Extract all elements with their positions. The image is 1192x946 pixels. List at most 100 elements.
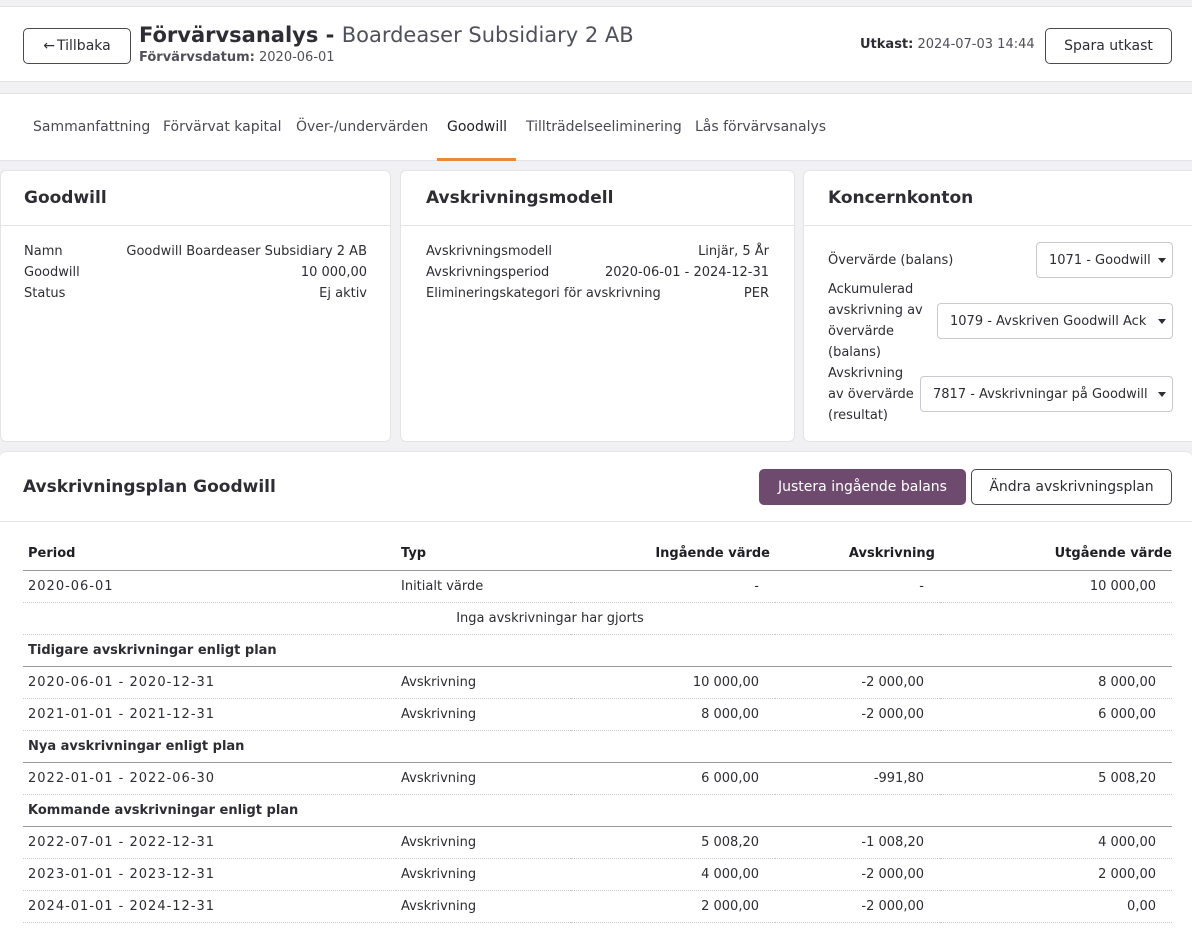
cell-closing: 0,00 — [940, 890, 1172, 923]
select-value: 7817 - Avskrivningar på Goodwill — [933, 386, 1148, 402]
cell-period: 2021-01-01 - 2021-12-31 — [23, 698, 396, 731]
cell-opening: 4 000,00 — [571, 858, 775, 891]
goodwill-status-value: Ej aktiv — [319, 286, 367, 301]
goodwill-name-value: Goodwill Boardeaser Subsidiary 2 AB — [126, 244, 367, 259]
tab-bar: Sammanfattning Förvärvat kapital Över-/u… — [0, 93, 1192, 161]
back-button[interactable]: ← Tillbaka — [23, 28, 131, 64]
goodwill-panel: Goodwill Namn Goodwill Boardeaser Subsid… — [0, 170, 391, 442]
depreciation-result-account-select[interactable]: 7817 - Avskrivningar på Goodwill — [920, 376, 1173, 412]
cell-depreciation: -2 000,00 — [775, 858, 940, 891]
period-label: Avskrivningsperiod — [426, 265, 550, 280]
cell-depreciation: -1 008,20 — [775, 826, 940, 859]
cell-type: Avskrivning — [396, 858, 571, 891]
depreciation-schedule-panel: Avskrivningsplan Goodwill Justera ingåen… — [0, 451, 1192, 946]
column-header-closing: Utgående värde — [940, 537, 1172, 571]
cell-type: Avskrivning — [396, 666, 571, 699]
label-line: Övervärde (balans) — [828, 253, 954, 268]
label-line: (balans) — [828, 345, 881, 360]
label-line: Avskrivning — [828, 366, 904, 381]
group-accounts-panel: Koncernkonton Övervärde (balans) 1071 - … — [803, 170, 1192, 442]
page-title-company: Boardeaser Subsidiary 2 AB — [341, 23, 634, 47]
cell-closing: 6 000,00 — [940, 698, 1172, 731]
group-heading: Nya avskrivningar enligt plan — [23, 730, 1172, 763]
active-tab-indicator — [437, 158, 516, 161]
cell-closing: 5 008,20 — [940, 762, 1172, 795]
tab-over-undervarden[interactable]: Över-/undervärden — [296, 119, 428, 135]
table-row: 2020-06-01 Initialt värde - -10 000,00 — [23, 570, 1172, 603]
adjust-opening-balance-button[interactable]: Justera ingående balans — [759, 469, 966, 505]
depreciation-result-label: Avskrivning av övervärde (resultat) — [828, 363, 914, 426]
tab-las-forvarvsanalys[interactable]: Lås förvärvsanalys — [695, 119, 826, 135]
cell-closing: 10 000,00 — [940, 570, 1172, 603]
tab-forvarvat-kapital[interactable]: Förvärvat kapital — [163, 119, 281, 135]
select-value: 1079 - Avskriven Goodwill Ack — [950, 313, 1147, 329]
cell-depreciation: -2 000,00 — [775, 890, 940, 923]
tab-tilltradelseeliminering[interactable]: Tillträdelseeliminering — [526, 119, 682, 135]
table-note-row: Inga avskrivningar har gjorts — [23, 602, 1172, 635]
empty-note: Inga avskrivningar har gjorts — [23, 602, 1172, 635]
depreciation-model-title: Avskrivningsmodell — [426, 188, 614, 208]
back-button-label: Tillbaka — [57, 38, 111, 54]
goodwill-name-label: Namn — [24, 244, 63, 259]
cell-period: 2022-01-01 - 2022-06-30 — [23, 762, 396, 795]
group-heading: Kommande avskrivningar enligt plan — [23, 794, 1172, 827]
acquisition-date: Förvärvsdatum: 2020-06-01 — [139, 50, 335, 65]
depreciation-model-panel: Avskrivningsmodell Avskrivningsmodell Li… — [400, 170, 795, 442]
tab-sammanfattning[interactable]: Sammanfattning — [33, 119, 150, 135]
draft-status: Utkast: 2024-07-03 14:44 — [860, 37, 1035, 52]
cell-closing: 4 000,00 — [940, 826, 1172, 859]
caret-down-icon — [1158, 392, 1166, 397]
cell-depreciation: -2 000,00 — [775, 666, 940, 699]
cell-period: 2024-01-01 - 2024-12-31 — [23, 890, 396, 923]
depreciation-schedule-table: Period Typ Ingående värde Avskrivning Ut… — [23, 537, 1172, 923]
page-title: Förvärvsanalys - Boardeaser Subsidiary 2… — [139, 23, 634, 47]
save-draft-button[interactable]: Spara utkast — [1045, 28, 1172, 64]
table-row: 2021-01-01 - 2021-12-31 Avskrivning 8 000,… — [23, 698, 1172, 731]
cell-type: Avskrivning — [396, 762, 571, 795]
goodwill-panel-title: Goodwill — [24, 188, 107, 208]
accumulated-depreciation-account-select[interactable]: 1079 - Avskriven Goodwill Ack — [937, 303, 1173, 339]
cell-opening: 6 000,00 — [571, 762, 775, 795]
column-header-opening: Ingående värde — [571, 537, 775, 571]
cell-closing: 2 000,00 — [940, 858, 1172, 891]
goodwill-amount-label: Goodwill — [24, 265, 80, 280]
cell-opening: 2 000,00 — [571, 890, 775, 923]
cell-period: 2020-06-01 - 2020-12-31 — [23, 666, 396, 699]
cell-depreciation: -991,80 — [775, 762, 940, 795]
surplus-balance-account-select[interactable]: 1071 - Goodwill — [1036, 242, 1173, 278]
tab-goodwill[interactable]: Goodwill — [447, 119, 507, 135]
goodwill-amount-value: 10 000,00 — [300, 265, 367, 280]
column-header-depreciation: Avskrivning — [775, 537, 940, 571]
cell-type: Avskrivning — [396, 890, 571, 923]
table-group-row: Nya avskrivningar enligt plan — [23, 730, 1172, 763]
cell-opening: 5 008,20 — [571, 826, 775, 859]
goodwill-status-label: Status — [24, 286, 66, 301]
cell-opening: 8 000,00 — [571, 698, 775, 731]
column-header-type: Typ — [396, 537, 571, 571]
cell-opening: 10 000,00 — [571, 666, 775, 699]
table-group-row: Kommande avskrivningar enligt plan — [23, 794, 1172, 827]
depreciation-schedule-title: Avskrivningsplan Goodwill — [23, 477, 276, 497]
accumulated-depreciation-label: Ackumulerad avskrivning av övervärde (ba… — [828, 279, 923, 363]
change-depreciation-plan-button[interactable]: Ändra avskrivningsplan — [971, 469, 1172, 505]
cell-closing: 8 000,00 — [940, 666, 1172, 699]
divider — [401, 225, 794, 226]
label-line: av övervärde — [828, 387, 914, 402]
model-label: Avskrivningsmodell — [426, 244, 552, 259]
label-line: övervärde — [828, 324, 895, 339]
divider — [0, 521, 1192, 522]
table-group-row: Tidigare avskrivningar enligt plan — [23, 634, 1172, 667]
table-row: 2022-01-01 - 2022-06-30 Avskrivning 6 000,… — [23, 762, 1172, 795]
acquisition-date-label: Förvärvsdatum: — [139, 50, 255, 65]
draft-label: Utkast: — [860, 37, 914, 52]
label-line: (resultat) — [828, 408, 888, 423]
divider — [804, 225, 1192, 226]
page-title-prefix: Förvärvsanalys - — [139, 23, 335, 47]
select-value: 1071 - Goodwill — [1049, 252, 1151, 268]
column-header-period: Period — [23, 537, 396, 571]
label-line: avskrivning av — [828, 303, 923, 318]
table-row: 2024-01-01 - 2024-12-31 Avskrivning 2 000,… — [23, 890, 1172, 923]
divider — [1, 225, 390, 226]
table-row: 2022-07-01 - 2022-12-31 Avskrivning 5 008,… — [23, 826, 1172, 859]
cell-period: 2023-01-01 - 2023-12-31 — [23, 858, 396, 891]
